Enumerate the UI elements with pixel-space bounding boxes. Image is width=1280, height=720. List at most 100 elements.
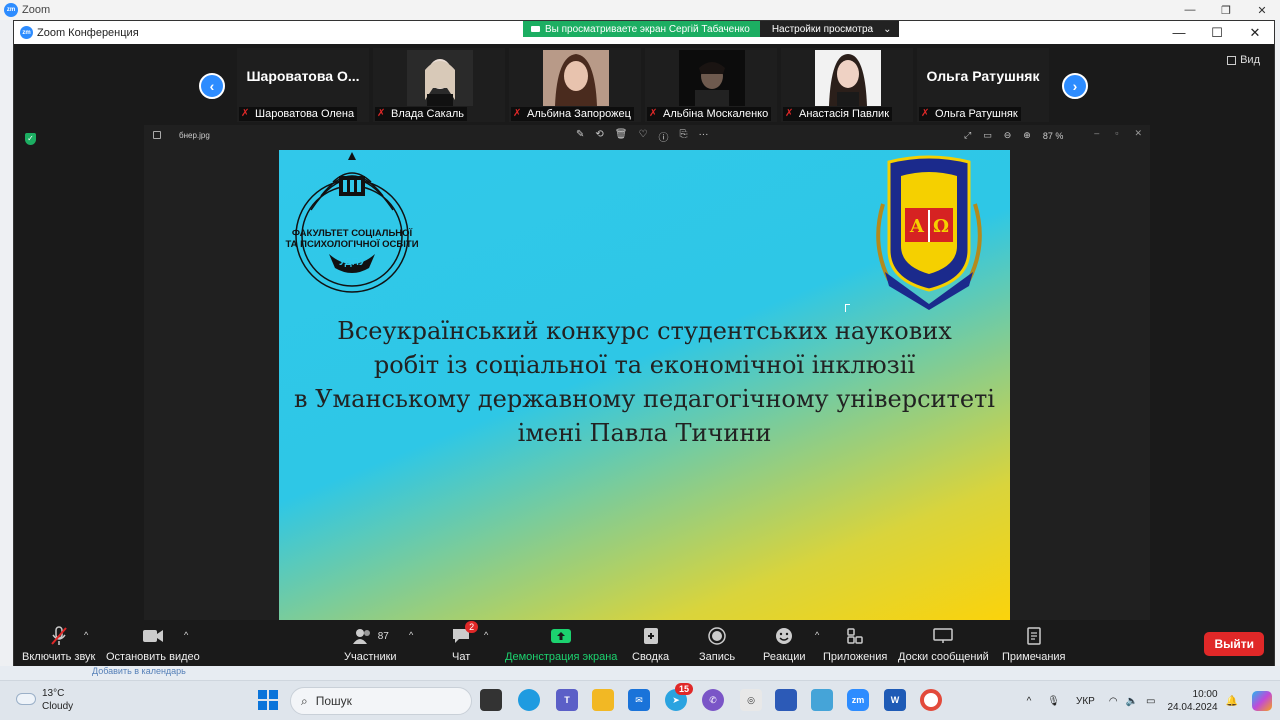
- zoom-taskbar-icon[interactable]: zm: [847, 689, 869, 711]
- mic-muted-icon: ✗: [241, 108, 250, 119]
- chatgpt-icon[interactable]: ◎: [740, 689, 762, 711]
- leave-button[interactable]: Выйти: [1204, 632, 1264, 656]
- participant-tile[interactable]: Шароватова О... ✗ Шароватова Олена: [237, 48, 369, 122]
- telegram-icon[interactable]: ➤ 15: [665, 683, 693, 711]
- participant-strip: ‹ › Шароватова О... ✗ Шароватова Олена ✗ В…: [14, 44, 1274, 124]
- volume-icon[interactable]: 🔈: [1126, 696, 1138, 707]
- reactions-button[interactable]: Реакции ^: [763, 626, 819, 663]
- clock-date: 24.04.2024: [1167, 702, 1218, 713]
- microphone-tray-icon[interactable]: 🎙: [1047, 696, 1060, 707]
- share-icon: ⎘: [679, 129, 688, 140]
- restore-icon[interactable]: ❐: [1208, 4, 1244, 17]
- reactions-label: Реакции: [763, 651, 806, 663]
- security-shield-icon[interactable]: ✓: [25, 133, 36, 145]
- task-view-icon[interactable]: [480, 689, 502, 711]
- participants-button[interactable]: 87 Участники ^: [344, 626, 413, 663]
- zoom-minimize-icon[interactable]: —: [1160, 25, 1198, 41]
- taskbar: 13°C Cloudy ⌕ Пошук T ✉ ➤ 15 ✆ ◎ zm W ^ 🎙…: [0, 680, 1280, 720]
- faculty-logo: ФАКУЛЬТЕТ СОЦІАЛЬНОЇ ТА ПСИХОЛОГІЧНОЇ ОС…: [285, 152, 419, 293]
- close-icon[interactable]: ✕: [1244, 4, 1280, 17]
- video-options-caret-icon[interactable]: ^: [184, 630, 188, 640]
- share-screen-button[interactable]: Демонстрация экрана: [505, 626, 617, 663]
- participant-tile[interactable]: ✗ Влада Сакаль: [373, 48, 505, 122]
- mic-muted-icon: ✗: [649, 108, 658, 119]
- whiteboards-button[interactable]: Доски сообщений: [898, 626, 989, 663]
- tray-chevron-icon[interactable]: ^: [1027, 696, 1032, 707]
- mail-icon[interactable]: ✉: [628, 689, 650, 711]
- logo-text-line2: ТА ПСИХОЛОГІЧНОЇ ОСВІТИ: [285, 239, 418, 250]
- prev-page-button[interactable]: ‹: [199, 73, 225, 99]
- participants-count: 87: [377, 630, 389, 642]
- participant-tile[interactable]: Ольга Ратушняк ✗ Ольга Ратушняк: [917, 48, 1049, 122]
- participant-display-name: Ольга Ратушняк: [926, 68, 1040, 84]
- view-settings-button[interactable]: Настройки просмотра ⌄: [759, 21, 900, 37]
- notification-bell-icon[interactable]: 🔔: [1226, 696, 1238, 707]
- copilot-icon[interactable]: [1252, 691, 1272, 711]
- mic-muted-icon: ✗: [921, 108, 930, 119]
- notes-button[interactable]: Примечания: [1002, 626, 1066, 663]
- app-icon[interactable]: [775, 689, 797, 711]
- record-button[interactable]: Запись: [699, 626, 735, 663]
- language-indicator[interactable]: УКР: [1076, 696, 1095, 707]
- file-explorer-icon[interactable]: [592, 689, 614, 711]
- reactions-caret-icon[interactable]: ^: [815, 630, 819, 640]
- logo-text-line1: ФАКУЛЬТЕТ СОЦІАЛЬНОЇ: [292, 228, 413, 239]
- apps-icon: [847, 628, 863, 644]
- image-file-icon: [153, 131, 161, 139]
- chat-button[interactable]: 2 Чат ^: [452, 621, 488, 663]
- zoom-level: 87 %: [1042, 130, 1064, 141]
- participant-tile[interactable]: ✗ Альбіна Москаленко: [645, 48, 777, 122]
- battery-icon[interactable]: ▭: [1146, 696, 1155, 707]
- viewer-restore-icon: ▫: [1115, 128, 1119, 138]
- calendar-link[interactable]: Добавить в календарь: [92, 666, 186, 676]
- zoom-close-icon[interactable]: ✕: [1236, 25, 1274, 41]
- mic-muted-icon: ✗: [377, 108, 386, 119]
- view-button[interactable]: Вид: [1227, 54, 1260, 66]
- meeting-toolbar: Включить звук ^ Остановить видео ^ 87 Уч…: [14, 620, 1274, 666]
- search-placeholder: Пошук: [315, 694, 352, 708]
- app-icon-2[interactable]: [811, 689, 833, 711]
- zoom-maximize-icon[interactable]: ☐: [1198, 25, 1236, 41]
- stop-video-button[interactable]: Остановить видео ^: [106, 626, 200, 663]
- share-banner: Вы просматриваете экран Сергій Табаченко…: [523, 21, 900, 37]
- taskbar-search[interactable]: ⌕ Пошук: [290, 687, 472, 715]
- participant-photo: [679, 50, 745, 106]
- clock[interactable]: 10:00 24.04.2024: [1167, 688, 1217, 714]
- zoom-window: zm Zoom Конференция Вы просматриваете эк…: [13, 20, 1275, 666]
- headline-line: імені Павла Тичини: [517, 419, 772, 447]
- summary-button[interactable]: Сводка: [632, 626, 669, 663]
- chrome-icon[interactable]: [920, 689, 942, 711]
- wifi-icon[interactable]: ◠: [1109, 696, 1118, 707]
- chat-caret-icon[interactable]: ^: [484, 630, 488, 640]
- banner-image: ФАКУЛЬТЕТ СОЦІАЛЬНОЇ ТА ПСИХОЛОГІЧНОЇ ОС…: [279, 150, 1010, 621]
- edge-icon[interactable]: [518, 689, 540, 711]
- headline-line: в Уманському державному педагогічному ун…: [294, 385, 995, 413]
- minimize-icon[interactable]: —: [1172, 4, 1208, 17]
- weather-temp: 13°C: [42, 688, 65, 699]
- zoom-titlebar: zm Zoom Конференция Вы просматриваете эк…: [14, 21, 1274, 44]
- teams-icon[interactable]: T: [556, 689, 578, 711]
- viber-icon[interactable]: ✆: [702, 689, 724, 711]
- record-icon: [708, 627, 726, 645]
- mic-muted-icon: [50, 626, 67, 645]
- audio-options-caret-icon[interactable]: ^: [84, 630, 88, 640]
- weather-widget[interactable]: 13°C Cloudy: [16, 687, 73, 713]
- apps-button[interactable]: Приложения: [823, 626, 887, 663]
- chevron-down-icon: ⌄: [883, 23, 892, 35]
- start-icon[interactable]: [257, 689, 279, 711]
- unmute-button[interactable]: Включить звук ^: [22, 626, 95, 663]
- next-page-button[interactable]: ›: [1062, 73, 1088, 99]
- headline-line: робіт із соціальної та економічної інклю…: [373, 351, 916, 379]
- whiteboard-icon: [933, 628, 954, 643]
- participant-tile[interactable]: ✗ Анастасія Павлик: [781, 48, 913, 122]
- favorite-icon: ♡: [638, 129, 648, 140]
- participant-tile[interactable]: ✗ Альбина Запорожец: [509, 48, 641, 122]
- viewer-toolbar: бнер.jpg ✎ ⟲ 🗑 ♡ ⓘ ⎘ ··· ⤢ ▭ ⊖ ⊕ 87 % – …: [144, 125, 1150, 146]
- clock-time: 10:00: [1192, 689, 1218, 700]
- share-screen-icon: [551, 629, 572, 643]
- participant-photo: [543, 50, 609, 106]
- participant-name: Ольга Ратушняк: [935, 108, 1018, 120]
- zoom-out-icon: ⊖: [1003, 130, 1012, 140]
- participants-caret-icon[interactable]: ^: [409, 630, 413, 640]
- word-icon[interactable]: W: [884, 689, 906, 711]
